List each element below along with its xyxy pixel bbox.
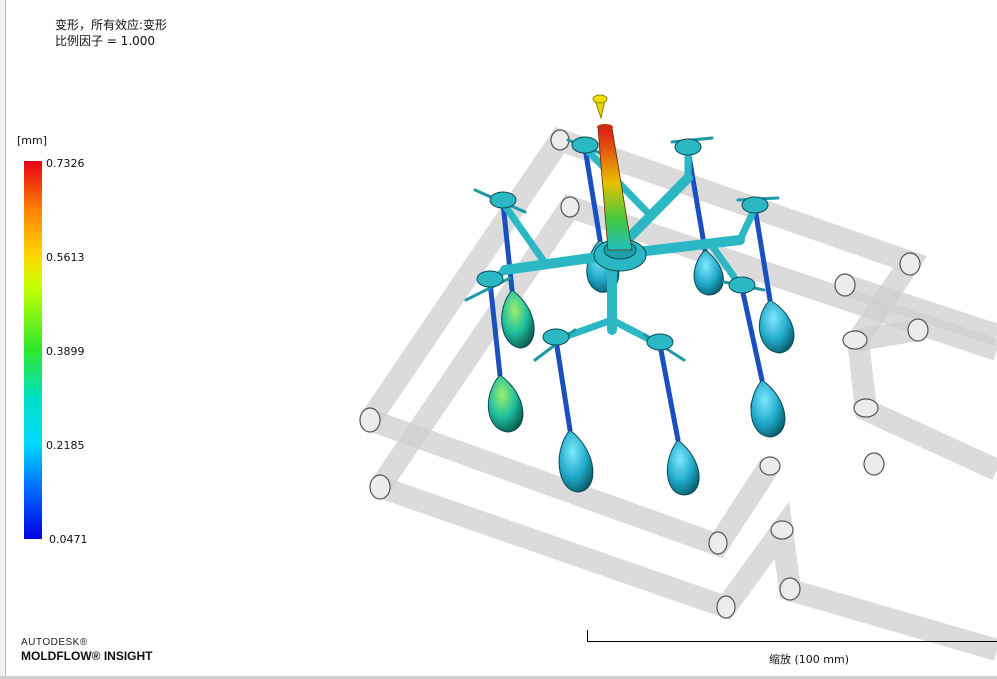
logo-autodesk-text: AUTODESK® [21,637,88,648]
sprue [592,94,647,272]
scale-bar [587,630,997,642]
autodesk-moldflow-logo: AUTODESK® MOLDFLOW® INSIGHT [21,637,153,663]
scale-label: 缩放 (100 mm) [769,653,850,666]
cooling-channels [360,126,997,661]
logo-moldflow-text: MOLDFLOW® INSIGHT [21,649,153,663]
moldflow-3d-model[interactable] [0,0,997,679]
